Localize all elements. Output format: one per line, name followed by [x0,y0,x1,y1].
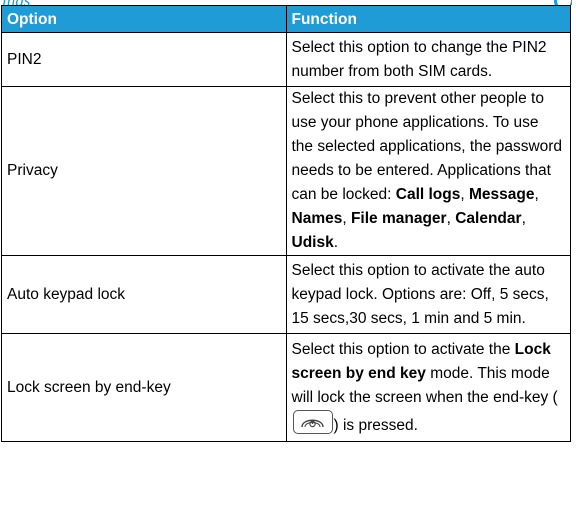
function-text: , [534,186,539,203]
end-key-icon [292,409,333,434]
emphasized-text: File manager [350,210,447,227]
option-cell: Lock screen by end-key [1,333,287,442]
function-text: ) is pressed. [333,416,418,434]
function-text: , [342,210,351,227]
function-cell: Select this option to activate the auto … [285,255,571,334]
emphasized-text: Names [291,210,343,227]
table-row: Auto keypad lock Select this option to a… [1,255,571,334]
function-text: Select this option to activate the [291,340,515,358]
emphasized-text: Message [469,186,535,203]
emphasized-text: Call logs [395,186,461,203]
emphasized-text: Udisk [291,234,334,251]
function-text: . [333,234,339,251]
function-text: , [446,210,456,227]
column-header-option: Option [1,5,287,33]
table-row: Lock screen by end-key Select this optio… [1,333,571,442]
options-table: Option Function PIN2 Select this option … [1,5,571,442]
table-row: PIN2 Select this option to change the PI… [1,32,571,87]
function-text: , [460,186,469,203]
option-cell: Privacy [1,86,287,256]
emphasized-text: Calendar [455,210,522,227]
column-header-function: Function [285,5,571,33]
function-text: Select this option to activate the auto … [291,261,549,327]
table-header-row: Option Function [1,5,571,33]
function-cell: Select this option to change the PIN2 nu… [285,32,571,87]
function-text: Select this option to change the PIN2 nu… [291,38,547,80]
option-cell: Auto keypad lock [1,255,287,334]
function-text: , [521,210,526,227]
table-row: Privacy Select this to prevent other peo… [1,86,571,256]
function-cell: Select this option to activate the Lock … [285,333,571,442]
option-cell: PIN2 [1,32,287,87]
function-cell: Select this to prevent other people to u… [285,86,571,256]
